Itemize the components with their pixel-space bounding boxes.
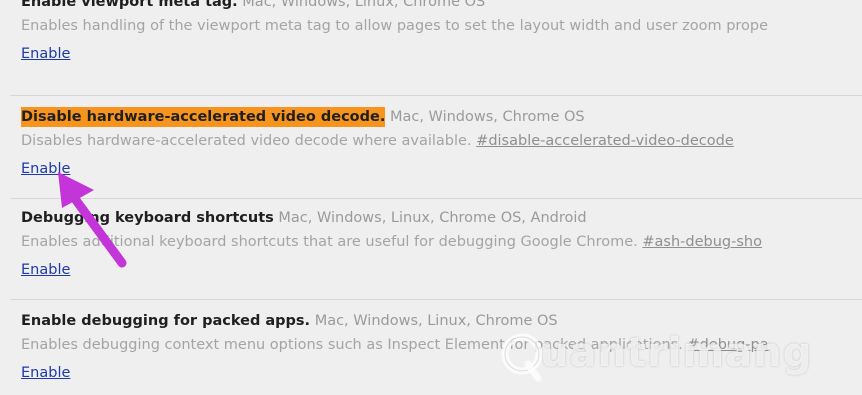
experiment-description-text: Enables debugging context menu options s…	[21, 337, 683, 353]
enable-link[interactable]: Enable	[21, 44, 70, 64]
experiment-separator	[10, 299, 862, 300]
experiment-anchor-link[interactable]: #disable-accelerated-video-decode	[476, 133, 734, 149]
experiment-name: Enable debugging for packed apps.	[21, 313, 311, 329]
flags-experiments-list: Enable viewport meta tag. Mac, Windows, …	[0, 0, 862, 395]
experiment-name: Debugging keyboard shortcuts	[21, 210, 274, 226]
experiment-description: Enables handling of the viewport meta ta…	[21, 18, 769, 34]
enable-link[interactable]: Enable	[21, 159, 70, 179]
experiment-disable-accelerated-video-decode: Disable hardware-accelerated video decod…	[21, 107, 862, 202]
enable-link[interactable]: Enable	[21, 260, 70, 280]
experiment-title: Enable viewport meta tag. Mac, Windows, …	[21, 0, 485, 12]
experiment-viewport-meta-tag: Enable viewport meta tag. Mac, Windows, …	[21, 0, 862, 92]
experiment-name: Enable viewport meta tag.	[21, 0, 238, 10]
experiment-anchor-link[interactable]: #ash-debug-sho	[642, 234, 762, 250]
experiment-title: Disable hardware-accelerated video decod…	[21, 107, 585, 127]
experiment-separator	[10, 95, 862, 96]
experiment-platforms: Mac, Windows, Chrome OS	[389, 109, 585, 125]
experiment-platforms: Mac, Windows, Linux, Chrome OS	[242, 0, 486, 10]
experiment-title: Debugging keyboard shortcuts Mac, Window…	[21, 208, 587, 228]
experiment-anchor-link[interactable]: #debug-pa	[687, 337, 768, 353]
experiment-debug-packed-apps: Enable debugging for packed apps. Mac, W…	[21, 311, 862, 395]
experiment-separator	[10, 198, 862, 199]
experiment-title: Enable debugging for packed apps. Mac, W…	[21, 311, 558, 331]
experiment-platforms: Mac, Windows, Linux, Chrome OS	[314, 313, 558, 329]
experiment-description-text: Enables additional keyboard shortcuts th…	[21, 234, 638, 250]
experiment-platforms: Mac, Windows, Linux, Chrome OS, Android	[278, 210, 587, 226]
experiment-description: Enables debugging context menu options s…	[21, 335, 769, 355]
experiment-name-highlighted: Disable hardware-accelerated video decod…	[21, 107, 386, 127]
experiment-description: Disables hardware-accelerated video deco…	[21, 131, 734, 151]
experiment-debugging-keyboard-shortcuts: Debugging keyboard shortcuts Mac, Window…	[21, 208, 862, 298]
experiment-description-text: Disables hardware-accelerated video deco…	[21, 133, 472, 149]
enable-link[interactable]: Enable	[21, 363, 70, 383]
experiment-description: Enables additional keyboard shortcuts th…	[21, 232, 762, 252]
